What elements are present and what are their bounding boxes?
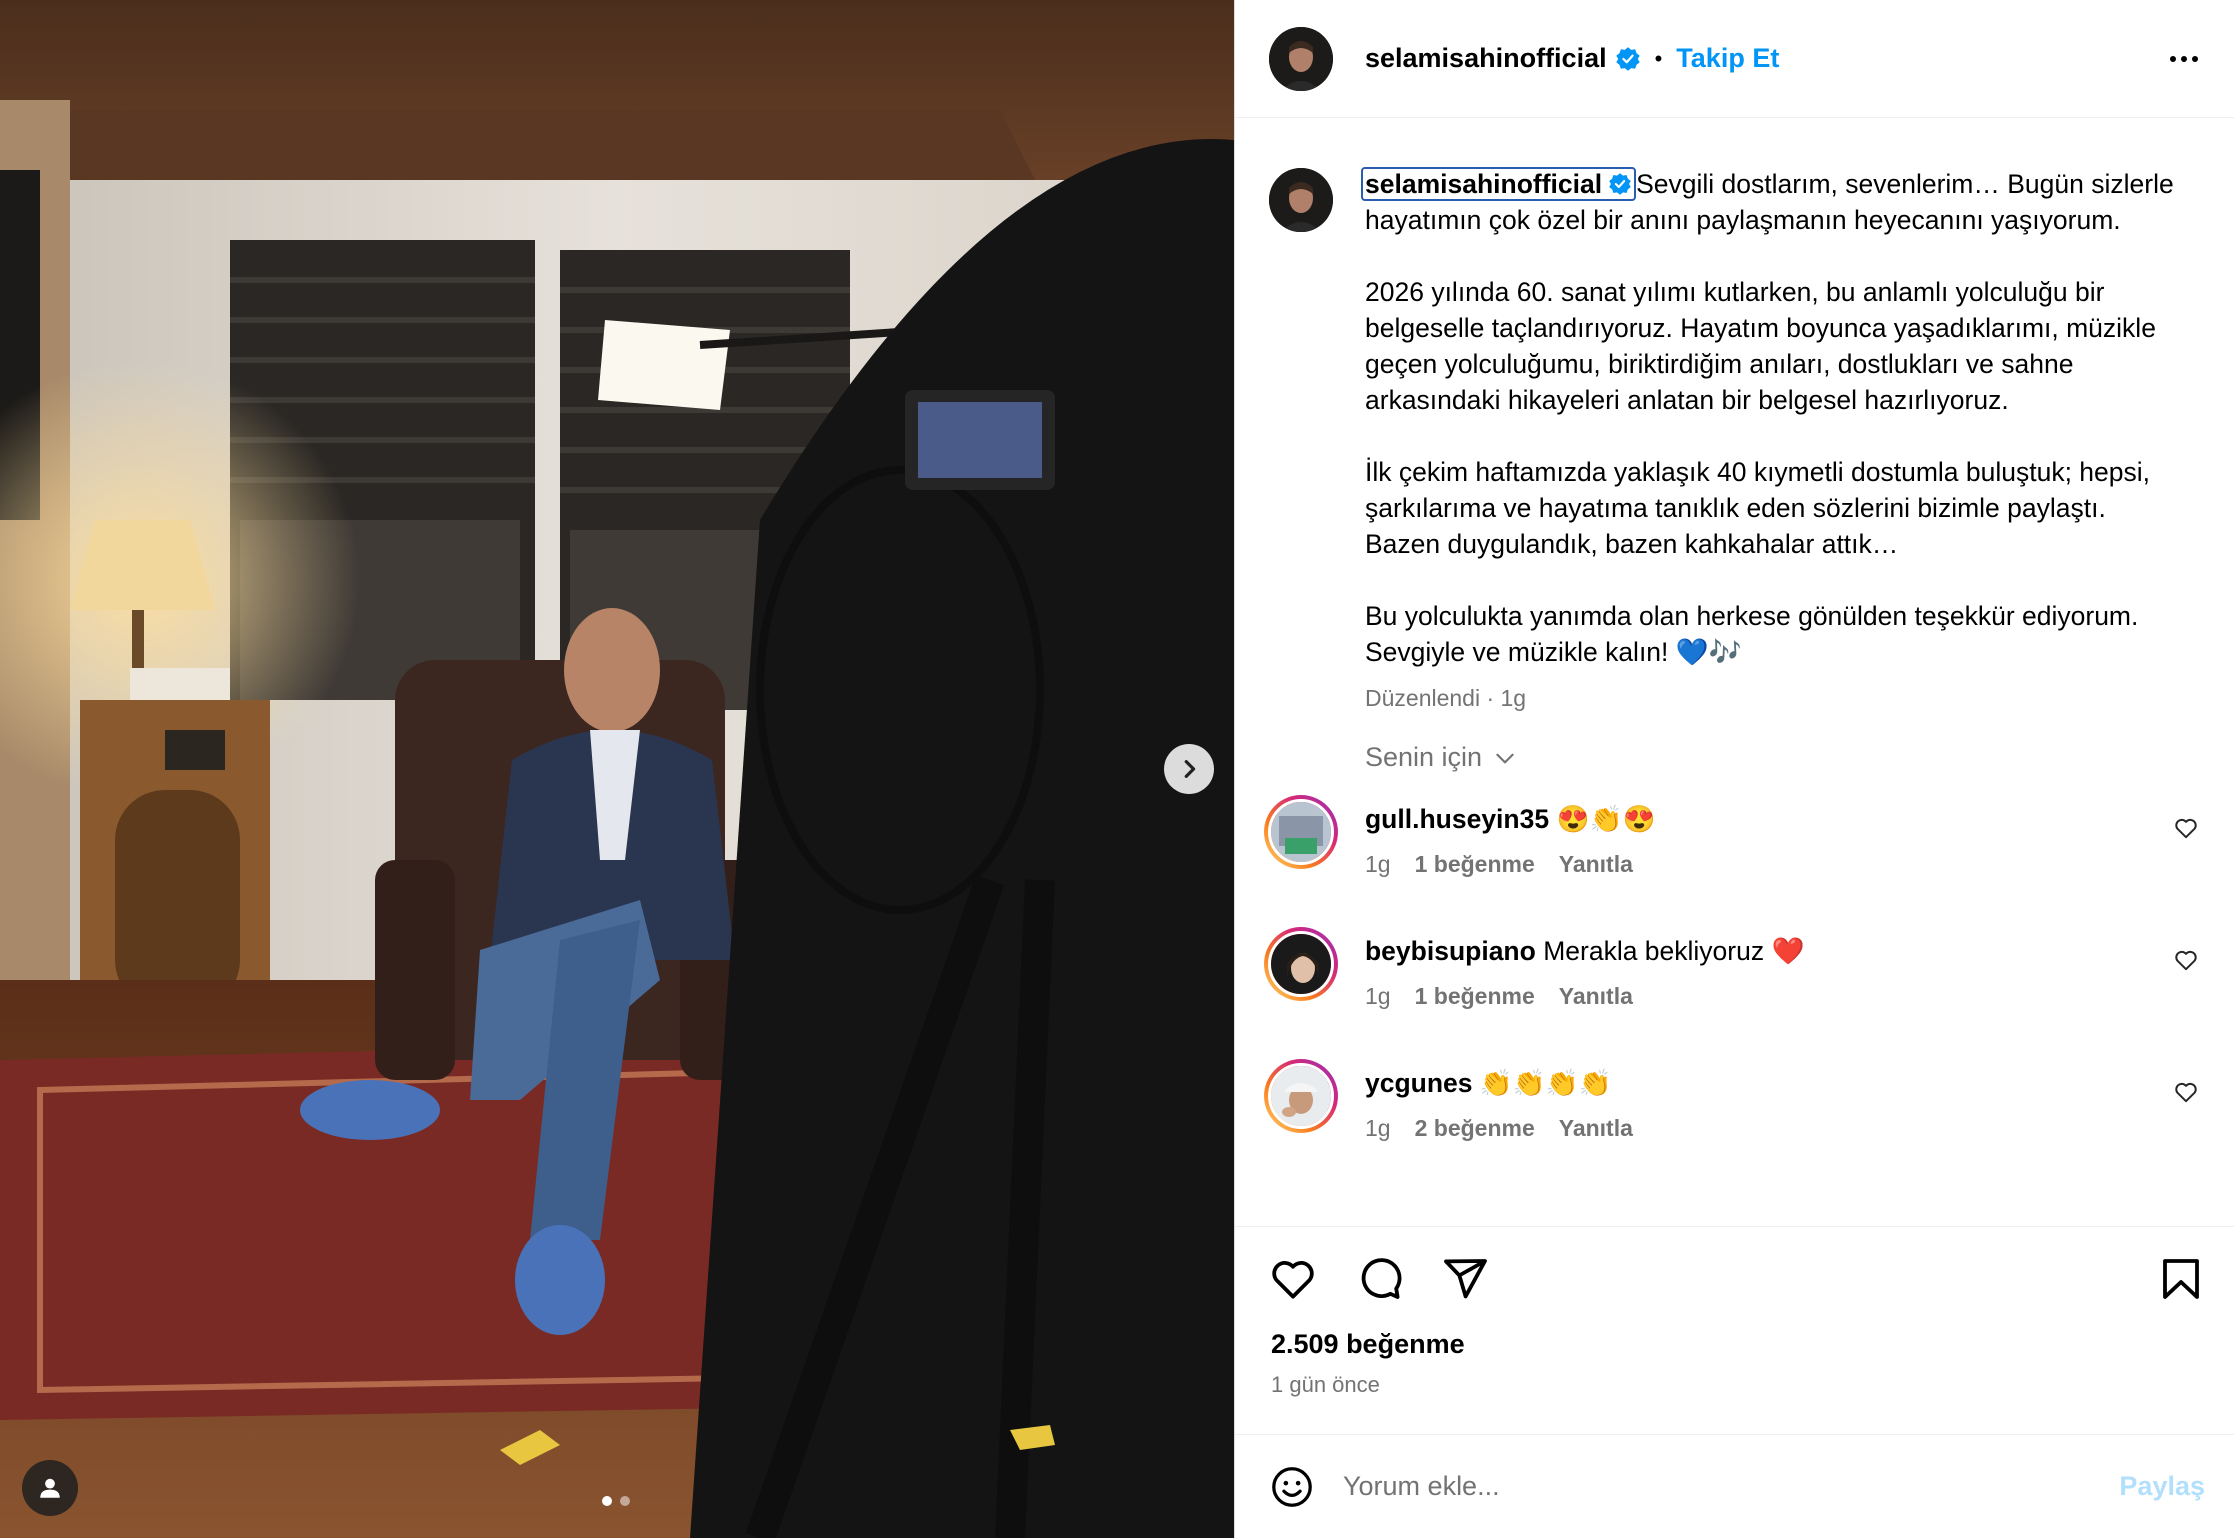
caption-avatar[interactable] <box>1269 168 1333 232</box>
comment-username[interactable]: gull.huseyin35 <box>1365 804 1549 834</box>
comment-sort-label: Senin için <box>1365 742 1483 772</box>
caption-username[interactable]: selamisahinofficial <box>1361 167 1637 201</box>
carousel-dot-1 <box>602 1496 612 1506</box>
post-photo <box>0 0 1234 1538</box>
comment-heart-icon[interactable] <box>2173 1079 2199 1105</box>
comment-heart-icon[interactable] <box>2173 815 2199 841</box>
post-comment-button[interactable]: Paylaş <box>2119 1471 2205 1502</box>
comment-text: 👏👏👏👏 <box>1479 1068 1612 1098</box>
share-icon[interactable] <box>1441 1255 1489 1303</box>
post-header: selamisahinofficial • Takip Et <box>1235 0 2234 118</box>
heart-icon[interactable] <box>1269 1255 1317 1303</box>
comment-text: 😍👏😍 <box>1556 804 1656 834</box>
follow-button[interactable]: Takip Et <box>1676 43 1779 74</box>
comment-text: Merakla bekliyoruz ❤️ <box>1543 936 1805 966</box>
emoji-icon[interactable] <box>1269 1464 1315 1510</box>
comment-likes[interactable]: 1 beğenme <box>1415 851 1535 878</box>
post-details-panel: selamisahinofficial • Takip Et selamisah… <box>1234 0 2234 1538</box>
more-options-icon[interactable] <box>2170 55 2198 62</box>
like-count[interactable]: 2.509 beğenme <box>1235 1303 2234 1360</box>
carousel-dot-2 <box>620 1496 630 1506</box>
user-tags-button[interactable] <box>22 1460 78 1516</box>
carousel-indicator <box>602 1496 630 1506</box>
next-arrow-icon <box>1184 760 1196 778</box>
save-icon[interactable] <box>2157 1255 2205 1303</box>
comment-username[interactable]: ycgunes <box>1365 1068 1473 1098</box>
comment-likes[interactable]: 1 beğenme <box>1415 983 1535 1010</box>
comment-time: 1g <box>1365 983 1391 1009</box>
verified-badge-icon <box>1615 46 1640 71</box>
comment-reply-button[interactable]: Yanıtla <box>1559 1115 1633 1142</box>
comment-item: gull.huseyin35 😍👏😍 1g 1 beğenme Yanıtla <box>1235 795 2234 927</box>
comment-avatar[interactable] <box>1264 795 1338 869</box>
post-actions: 2.509 beğenme 1 gün önce <box>1235 1226 2234 1436</box>
comment-input[interactable] <box>1343 1471 2120 1502</box>
author-username[interactable]: selamisahinofficial <box>1365 43 1607 74</box>
verified-badge-icon <box>1609 173 1631 195</box>
post-media[interactable] <box>0 0 1234 1538</box>
comment-time: 1g <box>1365 1115 1391 1141</box>
comment-reply-button[interactable]: Yanıtla <box>1559 851 1633 878</box>
comment-heart-icon[interactable] <box>2173 947 2199 973</box>
comment-reply-button[interactable]: Yanıtla <box>1559 983 1633 1010</box>
comment-sort-dropdown[interactable]: Senin için <box>1365 742 2234 773</box>
post-caption: selamisahinofficial Sevgili dostlarım, se… <box>1235 118 2234 712</box>
comment-item: ycgunes 👏👏👏👏 1g 2 beğenme Yanıtla <box>1235 1059 2234 1191</box>
chevron-down-icon <box>1496 753 1514 763</box>
comment-avatar[interactable] <box>1264 1059 1338 1133</box>
comment-likes[interactable]: 2 beğenme <box>1415 1115 1535 1142</box>
carousel-next-button[interactable] <box>1164 744 1214 794</box>
comment-time: 1g <box>1365 851 1391 877</box>
user-tag-icon <box>40 1478 60 1498</box>
comment-item: beybisupiano Merakla bekliyoruz ❤️ 1g 1 … <box>1235 927 2234 1059</box>
caption-meta: Düzenlendi · 1g <box>1365 685 1527 711</box>
header-separator: • <box>1654 45 1663 71</box>
author-avatar[interactable] <box>1269 26 1333 91</box>
comment-avatar[interactable] <box>1264 927 1338 1001</box>
caption-text: Sevgili dostlarım, sevenlerim… Bugün siz… <box>1365 169 2174 667</box>
comment-icon[interactable] <box>1355 1255 1403 1303</box>
comments-list[interactable]: selamisahinofficial Sevgili dostlarım, se… <box>1235 118 2234 1228</box>
post-time: 1 gün önce <box>1271 1372 1380 1397</box>
comment-username[interactable]: beybisupiano <box>1365 936 1536 966</box>
add-comment-bar: Paylaş <box>1235 1434 2234 1538</box>
